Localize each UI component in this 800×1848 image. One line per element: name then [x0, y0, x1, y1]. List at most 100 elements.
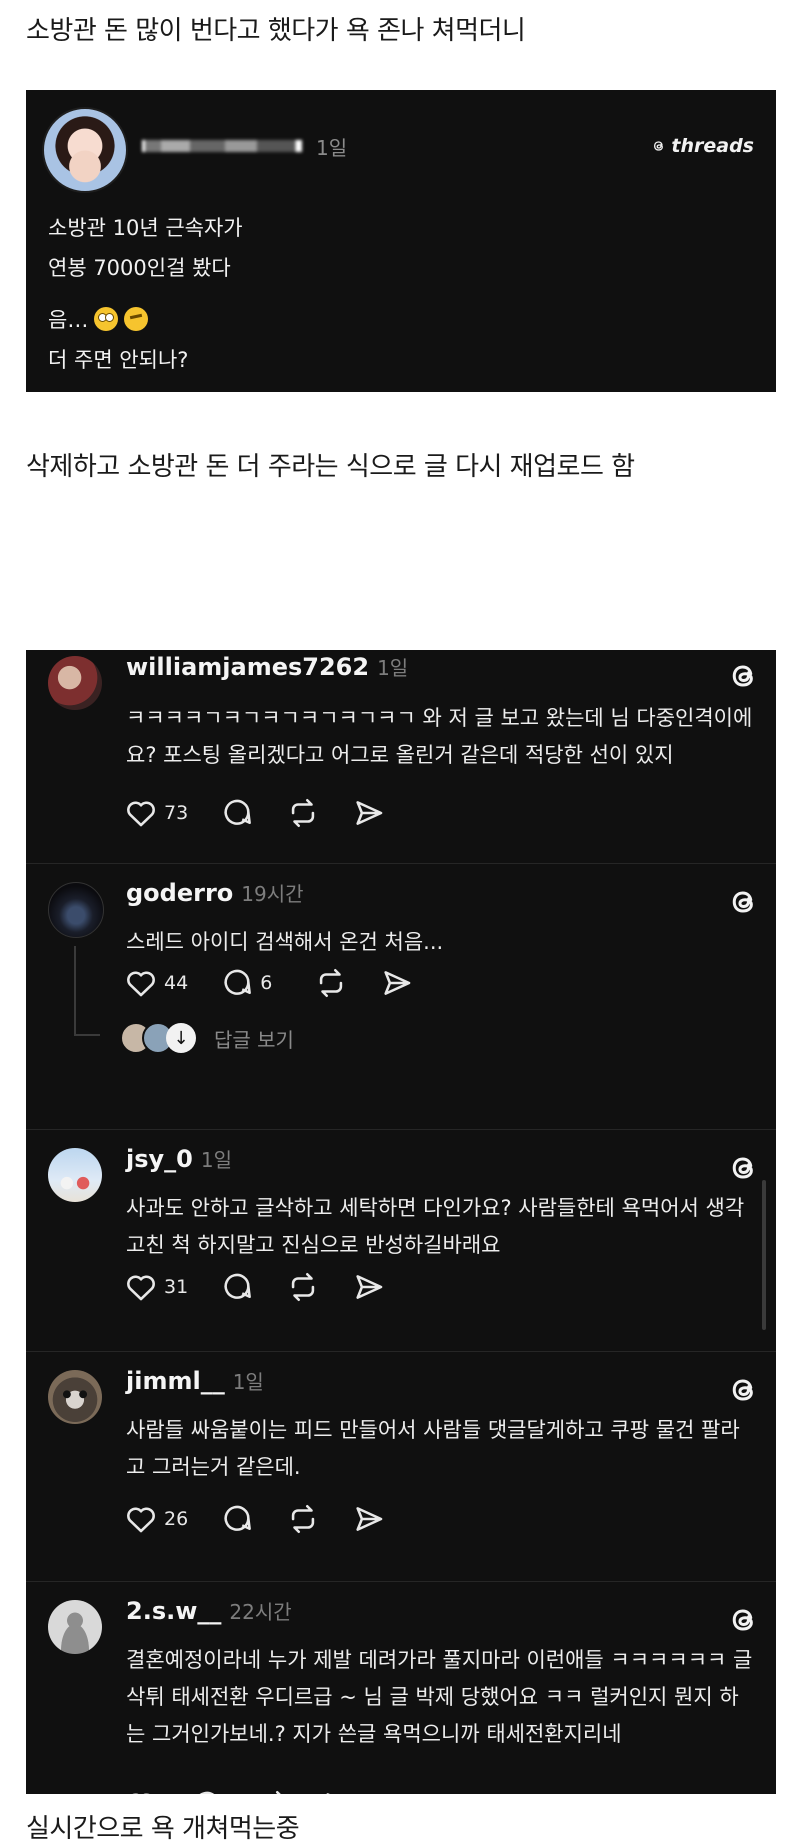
- avatar[interactable]: [48, 1600, 102, 1654]
- repost-button[interactable]: [286, 796, 320, 830]
- heart-icon: [124, 966, 158, 1000]
- repost-icon: [286, 796, 320, 830]
- share-icon: [352, 1502, 386, 1536]
- like-count: 44: [164, 972, 189, 994]
- post-line-2: 연봉 7000인걸 봤다: [48, 256, 231, 280]
- like-count: 31: [164, 1276, 189, 1298]
- comment-icon: [220, 796, 254, 830]
- post-time: 1일: [316, 136, 348, 160]
- comment-username[interactable]: 2.s.w__ 22시간: [126, 1596, 292, 1625]
- action-bar: 44 6: [124, 966, 446, 1000]
- comment-text: 사과도 안하고 글삭하고 세탁하면 다인가요? 사람들한테 욕먹어서 생각 고친…: [126, 1196, 745, 1257]
- thread-connector-line: [74, 946, 76, 1036]
- threads-logo-icon[interactable]: [726, 1150, 762, 1186]
- repost-icon: [286, 1270, 320, 1304]
- share-icon: [322, 1788, 356, 1794]
- action-bar: 31: [124, 1270, 418, 1304]
- share-button[interactable]: [352, 1502, 386, 1536]
- avatar[interactable]: [48, 1148, 102, 1202]
- comment-text: 사람들 싸움붙이는 피드 만들어서 사람들 댓글달게하고 쿠팡 물건 팔라고 그…: [126, 1418, 740, 1479]
- comment-icon: [220, 966, 254, 1000]
- comment-item: goderro 19시간 스레드 아이디 검색해서 온건 처음... 44 6 ↓…: [26, 863, 776, 1130]
- share-button[interactable]: [380, 966, 414, 1000]
- like-button[interactable]: 31: [124, 1270, 188, 1304]
- threads-logo-icon[interactable]: [726, 658, 762, 694]
- avatar[interactable]: [42, 107, 128, 193]
- comment-username[interactable]: goderro 19시간: [126, 878, 304, 907]
- share-icon: [352, 796, 386, 830]
- threads-post-card: 1일 threads 소방관 10년 근속자가 연봉 7000인걸 봤다 음… …: [26, 90, 776, 392]
- caption-top: 소방관 돈 많이 번다고 했다가 욕 존나 쳐먹더니: [26, 16, 526, 46]
- share-button[interactable]: [352, 1270, 386, 1304]
- arrow-down-icon: ↓: [166, 1023, 196, 1053]
- scrollbar[interactable]: [762, 1180, 766, 1330]
- action-bar: 73: [124, 796, 418, 830]
- repost-icon: [286, 1502, 320, 1536]
- share-icon: [352, 1270, 386, 1304]
- like-count: 73: [164, 802, 189, 824]
- comment-time: 1일: [232, 1370, 264, 1394]
- comment-button[interactable]: [220, 1502, 254, 1536]
- comment-icon: [190, 1788, 224, 1794]
- repost-button[interactable]: [256, 1788, 290, 1794]
- comment-text: 스레드 아이디 검색해서 온건 처음...: [126, 930, 444, 954]
- username-blurred: [142, 140, 302, 152]
- comment-time: 22시간: [229, 1600, 292, 1624]
- comment-time: 19시간: [241, 882, 304, 906]
- heart-icon: [124, 1502, 158, 1536]
- avatar[interactable]: [48, 882, 104, 938]
- share-button[interactable]: [352, 796, 386, 830]
- action-bar: [124, 1788, 388, 1794]
- comment-username[interactable]: jimml__ 1일: [126, 1366, 264, 1395]
- post-line-4: 더 주면 안되나?: [48, 348, 189, 372]
- comment-username[interactable]: jsy_0 1일: [126, 1144, 232, 1173]
- avatar[interactable]: [48, 1370, 102, 1424]
- view-replies-label[interactable]: 답글 보기: [214, 1024, 294, 1053]
- post-body: 소방관 10년 근속자가 연봉 7000인걸 봤다 음… 더 주면 안되나?: [48, 208, 243, 380]
- view-replies-row[interactable]: ↓ 답글 보기: [120, 1022, 294, 1054]
- threads-logo-icon[interactable]: [726, 1602, 762, 1638]
- comment-list: williamjames7262 1일 ㅋㅋㅋㅋㄱㅋㄱㅋㄱㅋㄱㅋㄱㅋㄱ 와 저 글…: [26, 650, 776, 1794]
- comment-item: jsy_0 1일 사과도 안하고 글삭하고 세탁하면 다인가요? 사람들한테 욕먹…: [26, 1129, 776, 1352]
- share-icon: [380, 966, 414, 1000]
- post-line-3-row: 음…: [48, 300, 243, 340]
- repost-icon: [314, 966, 348, 1000]
- thread-connector-elbow: [74, 1034, 100, 1036]
- caption-middle: 삭제하고 소방관 돈 더 주라는 식으로 글 다시 재업로드 함: [26, 452, 635, 482]
- comment-time: 1일: [377, 656, 409, 680]
- comment-item: jimml__ 1일 사람들 싸움붙이는 피드 만들어서 사람들 댓글달게하고 쿠…: [26, 1351, 776, 1582]
- threads-logo-icon[interactable]: [726, 884, 762, 920]
- threads-brand-label: threads: [671, 135, 754, 157]
- comment-icon: [220, 1270, 254, 1304]
- heart-icon: [124, 1788, 158, 1794]
- comment-username[interactable]: williamjames7262 1일: [126, 652, 408, 681]
- threads-logo-icon[interactable]: [726, 1372, 762, 1408]
- like-button[interactable]: 44: [124, 966, 188, 1000]
- comment-button[interactable]: [220, 1270, 254, 1304]
- comment-button[interactable]: [220, 796, 254, 830]
- comment-button[interactable]: [190, 1788, 224, 1794]
- thinking-face-emoji-icon: [124, 307, 149, 331]
- repost-button[interactable]: [314, 966, 348, 1000]
- share-button[interactable]: [322, 1788, 356, 1794]
- action-bar: 26: [124, 1502, 418, 1536]
- comment-text: ㅋㅋㅋㅋㄱㅋㄱㅋㄱㅋㄱㅋㄱㅋㄱ 와 저 글 보고 왔는데 님 다중인격이에요? …: [126, 706, 753, 767]
- heart-icon: [124, 796, 158, 830]
- comment-time: 1일: [200, 1148, 232, 1172]
- post-line-3: 음…: [48, 308, 89, 332]
- like-button[interactable]: 73: [124, 796, 188, 830]
- comment-button[interactable]: 6: [220, 966, 282, 1000]
- repost-button[interactable]: [286, 1502, 320, 1536]
- threads-logo-icon: [651, 138, 667, 154]
- heart-icon: [124, 1270, 158, 1304]
- like-count: 26: [164, 1508, 189, 1530]
- comment-text: 결혼예정이라네 누가 제발 데려가라 풀지마라 이런애들 ㅋㅋㅋㅋㅋㅋ 글삭튀 …: [126, 1648, 753, 1746]
- comment-item: williamjames7262 1일 ㅋㅋㅋㅋㄱㅋㄱㅋㄱㅋㄱㅋㄱㅋㄱ 와 저 글…: [26, 650, 776, 863]
- comment-item: 2.s.w__ 22시간 결혼예정이라네 누가 제발 데려가라 풀지마라 이런애들…: [26, 1581, 776, 1794]
- repost-button[interactable]: [286, 1270, 320, 1304]
- like-button[interactable]: 26: [124, 1502, 188, 1536]
- post-line-1: 소방관 10년 근속자가: [48, 216, 243, 240]
- like-button[interactable]: [124, 1788, 158, 1794]
- avatar[interactable]: [48, 656, 102, 710]
- threads-brand: threads: [651, 135, 754, 157]
